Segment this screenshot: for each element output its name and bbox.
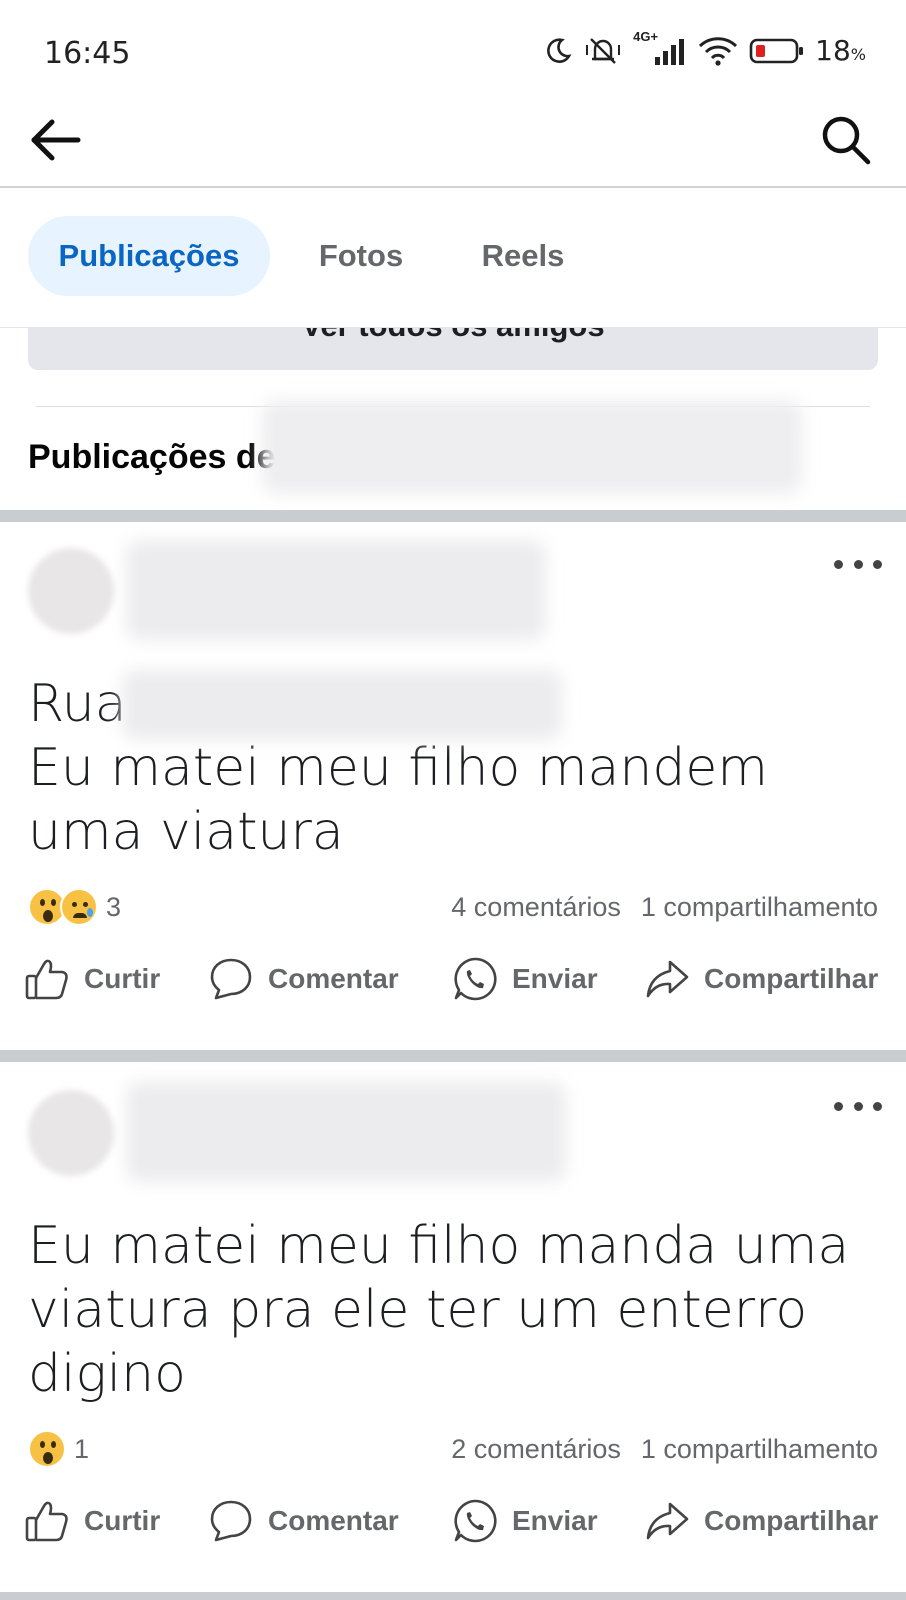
- send-label: Enviar: [512, 1505, 598, 1536]
- post-card: Eu matei meu filho manda uma viatura pra…: [0, 1062, 906, 1592]
- moon-icon: [547, 37, 572, 63]
- post-body: Eu matei meu filho manda uma viatura pra…: [28, 1216, 850, 1404]
- profile-tabs: Publicações Fotos Reels: [0, 190, 906, 328]
- tab-publicacoes[interactable]: Publicações: [28, 216, 270, 296]
- share-label: Compartilhar: [704, 963, 879, 994]
- thumbs-up-icon: [25, 1501, 68, 1542]
- thumbs-up-icon: [25, 959, 68, 1000]
- post-card: Rua Eu matei meu filho mandem uma viatur…: [0, 522, 906, 1050]
- reaction-count: 1: [74, 1433, 90, 1464]
- avatar[interactable]: [28, 548, 114, 634]
- comment-label: Comentar: [268, 963, 399, 994]
- feed-separator: [0, 1050, 906, 1062]
- like-label: Curtir: [84, 963, 161, 994]
- comment-label: Comentar: [268, 1505, 399, 1536]
- send-button[interactable]: Enviar: [452, 944, 598, 1014]
- status-icons: 4G+ 18%: [543, 29, 866, 67]
- like-label: Curtir: [84, 1505, 161, 1536]
- whatsapp-icon: [454, 957, 497, 1001]
- status-bar: 16:45 4G+ 18%: [0, 0, 906, 104]
- stats-right: 4 comentários 1 compartilhamento: [451, 892, 878, 923]
- send-label: Enviar: [512, 963, 598, 994]
- comment-button[interactable]: Comentar: [208, 1486, 399, 1556]
- arrow-left-icon: [31, 119, 81, 161]
- reactions-summary[interactable]: 1: [28, 1430, 89, 1468]
- post-text: Eu matei meu filho manda uma viatura pra…: [28, 1214, 888, 1406]
- post-actions: Curtir Comentar Enviar Compartilhar: [0, 944, 906, 1014]
- tab-fotos[interactable]: Fotos: [296, 216, 426, 296]
- sad-emoji-icon: [60, 888, 98, 926]
- comment-bubble-icon: [210, 958, 252, 1000]
- see-all-friends-label: Ver todos os amigos: [28, 328, 878, 344]
- search-button[interactable]: [816, 110, 876, 170]
- feed-separator: [0, 1592, 906, 1600]
- post-stats: 3 4 comentários 1 compartilhamento: [28, 888, 878, 932]
- status-time: 16:45: [44, 36, 131, 71]
- battery-icon: [749, 38, 804, 63]
- avatar[interactable]: [28, 1090, 114, 1176]
- reaction-count: 3: [106, 891, 122, 922]
- search-icon: [822, 116, 871, 165]
- more-options-button[interactable]: [834, 1094, 882, 1118]
- share-button[interactable]: Compartilhar: [644, 944, 878, 1014]
- back-button[interactable]: [26, 110, 86, 170]
- section-title: Publicações de: [28, 438, 276, 476]
- share-button[interactable]: Compartilhar: [644, 1486, 878, 1556]
- more-options-button[interactable]: [834, 552, 882, 576]
- comment-button[interactable]: Comentar: [208, 944, 399, 1014]
- silent-bell-icon: [586, 37, 621, 64]
- battery-unit: %: [850, 45, 866, 64]
- post-body: Eu matei meu filho mandem uma viatura: [28, 738, 768, 862]
- share-arrow-icon: [646, 1502, 689, 1540]
- shares-count[interactable]: 1 compartilhamento: [641, 892, 878, 923]
- feed-separator: [0, 510, 906, 522]
- top-bar: [0, 104, 906, 188]
- redacted-author: [126, 540, 546, 640]
- comments-count[interactable]: 4 comentários: [451, 892, 621, 923]
- send-button[interactable]: Enviar: [452, 1486, 598, 1556]
- battery-percent: 18%: [815, 34, 866, 67]
- comment-bubble-icon: [210, 1500, 252, 1542]
- shares-count[interactable]: 1 compartilhamento: [641, 1434, 878, 1465]
- like-button[interactable]: Curtir: [24, 944, 160, 1014]
- share-arrow-icon: [646, 960, 689, 998]
- redacted-name: [262, 400, 802, 494]
- battery-value: 18: [815, 34, 851, 67]
- reactions-summary[interactable]: 3: [28, 888, 121, 926]
- redacted-street: [122, 670, 562, 740]
- see-all-friends-button[interactable]: Ver todos os amigos: [28, 328, 878, 370]
- tab-reels[interactable]: Reels: [456, 216, 590, 296]
- post-stats: 1 2 comentários 1 compartilhamento: [28, 1430, 878, 1474]
- wifi-icon: [699, 36, 738, 66]
- share-label: Compartilhar: [704, 1505, 879, 1536]
- signal-icon: 4G+: [633, 29, 687, 67]
- whatsapp-icon: [454, 1499, 497, 1543]
- comments-count[interactable]: 2 comentários: [451, 1434, 621, 1465]
- stats-right: 2 comentários 1 compartilhamento: [451, 1434, 878, 1465]
- redacted-author: [126, 1082, 566, 1182]
- like-button[interactable]: Curtir: [24, 1486, 160, 1556]
- post-actions: Curtir Comentar Enviar Compartilhar: [0, 1486, 906, 1556]
- wow-emoji-icon: [28, 1430, 66, 1468]
